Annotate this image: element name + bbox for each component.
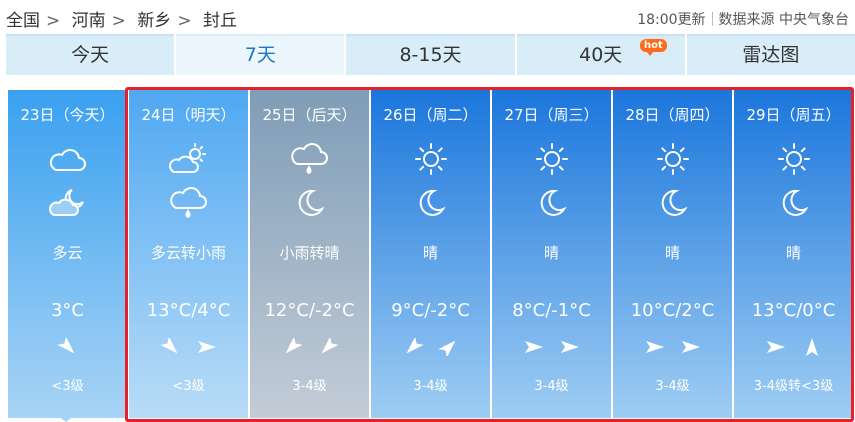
- tab-radar[interactable]: 雷达图: [686, 34, 855, 75]
- data-source: 数据来源 中央气象台: [718, 12, 849, 28]
- temperature: 3°C: [50, 300, 85, 321]
- cloudy-icon: [48, 142, 88, 180]
- selected-pointer: [58, 416, 74, 422]
- tab-40-days[interactable]: 40天 hot: [516, 34, 685, 75]
- day-date: 23日（今天）: [20, 106, 115, 124]
- wind-direction-icon: [801, 338, 823, 360]
- wind-direction-icon: [159, 336, 182, 360]
- wind-directions: [613, 338, 732, 360]
- breadcrumb-item-city[interactable]: 新乡: [137, 11, 171, 31]
- wind-level: 3-4级: [292, 379, 327, 394]
- update-time: 18:00更新: [637, 12, 706, 28]
- forecast-tabs: 今天 7天 8-15天 40天 hot 雷达图: [6, 34, 855, 75]
- breadcrumb-separator: >: [177, 11, 192, 31]
- weather-text: 多云: [52, 244, 83, 262]
- temperature: 9°C/-2°C: [391, 300, 470, 321]
- wind-level: <3级: [172, 379, 205, 394]
- wind-level: <3级: [51, 379, 84, 394]
- temperature: 13°C/4°C: [146, 300, 231, 321]
- moon-icon: [656, 186, 690, 224]
- breadcrumb-separator: >: [46, 11, 61, 31]
- day-date: 28日（周四）: [625, 106, 720, 124]
- wind-level: 3-4级: [534, 379, 569, 394]
- breadcrumb-item-province[interactable]: 河南: [72, 11, 106, 31]
- breadcrumb-item-county: 封丘: [202, 11, 237, 31]
- forecast-day[interactable]: 23日（今天） 多云 3°C <3级: [8, 90, 127, 422]
- sun-icon: [414, 142, 448, 180]
- temperature: 8°C/-1°C: [512, 300, 591, 321]
- forecast-days: 23日（今天） 多云 3°C <3级 24日（明天） 多云转小雨 13°C/4°C <3级 25…: [8, 90, 855, 422]
- tab-today[interactable]: 今天: [6, 34, 175, 75]
- tab-8-15-days[interactable]: 8-15天: [346, 34, 515, 75]
- sun-icon: [777, 142, 811, 180]
- tab-40-days-label: 40天: [579, 44, 623, 66]
- wind-direction-icon: [523, 338, 545, 360]
- wind-direction-icon: [765, 338, 787, 360]
- divider: [711, 12, 713, 26]
- moon-icon: [777, 186, 811, 224]
- weather-text: 晴: [785, 244, 801, 262]
- wind-directions: [250, 336, 369, 360]
- wind-direction-icon: [680, 338, 702, 360]
- wind-level: 3-4级: [413, 379, 448, 394]
- wind-direction-icon: [317, 336, 339, 360]
- day-date: 27日（周三）: [504, 106, 599, 124]
- day-date: 29日（周五）: [746, 106, 841, 124]
- wind-level: 3-4级: [655, 379, 690, 394]
- day-date: 24日（明天）: [141, 106, 236, 124]
- forecast-day[interactable]: 29日（周五） 晴 13°C/0°C 3-4级转<3级: [734, 90, 853, 418]
- wind-direction-icon: [56, 336, 79, 360]
- day-date: 25日（后天）: [262, 106, 357, 124]
- wind-directions: [492, 338, 611, 360]
- temperature: 10°C/2°C: [630, 300, 715, 321]
- breadcrumb-separator: >: [111, 11, 126, 31]
- rain-icon: [169, 186, 209, 224]
- day-date: 26日（周二）: [383, 106, 478, 124]
- sun-icon: [535, 142, 569, 180]
- weather-text: 多云转小雨: [150, 244, 226, 262]
- breadcrumb-item-country[interactable]: 全国: [6, 11, 40, 31]
- partly-cloudy-icon: [168, 142, 209, 180]
- sun-icon: [656, 142, 690, 180]
- weather-text: 小雨转晴: [279, 244, 340, 262]
- update-info: 18:00更新 数据来源 中央气象台: [637, 9, 849, 29]
- temperature: 12°C/-2°C: [264, 300, 355, 321]
- wind-directions: [371, 336, 490, 360]
- wind-direction-icon: [281, 336, 303, 360]
- wind-direction-icon: [196, 338, 218, 360]
- forecast-day[interactable]: 27日（周三） 晴 8°C/-1°C 3-4级: [492, 90, 611, 418]
- wind-direction-icon: [437, 338, 460, 360]
- weather-text: 晴: [664, 244, 680, 262]
- cloudy-night-icon: [48, 186, 88, 224]
- moon-icon: [535, 186, 569, 224]
- weather-text: 晴: [422, 244, 438, 262]
- wind-direction-icon: [644, 338, 666, 360]
- wind-direction-icon: [402, 336, 424, 360]
- temperature: 13°C/0°C: [751, 300, 836, 321]
- forecast-day[interactable]: 26日（周二） 晴 9°C/-2°C 3-4级: [371, 90, 490, 418]
- tab-7-days[interactable]: 7天: [176, 34, 345, 75]
- wind-directions: [734, 338, 853, 360]
- wind-level: 3-4级转<3级: [753, 379, 834, 394]
- moon-icon: [293, 186, 327, 224]
- weather-text: 晴: [543, 244, 559, 262]
- wind-direction-icon: [559, 338, 581, 360]
- wind-directions: [8, 336, 127, 360]
- forecast-day[interactable]: 25日（后天） 小雨转晴 12°C/-2°C 3-4级: [250, 90, 369, 418]
- breadcrumb: 全国 > 河南 > 新乡 > 封丘: [6, 6, 241, 31]
- wind-directions: [129, 336, 248, 360]
- rain-icon: [290, 142, 330, 180]
- hot-badge: hot: [640, 39, 667, 56]
- forecast-day[interactable]: 28日（周四） 晴 10°C/2°C 3-4级: [613, 90, 732, 418]
- forecast-day[interactable]: 24日（明天） 多云转小雨 13°C/4°C <3级: [129, 90, 248, 418]
- moon-icon: [414, 186, 448, 224]
